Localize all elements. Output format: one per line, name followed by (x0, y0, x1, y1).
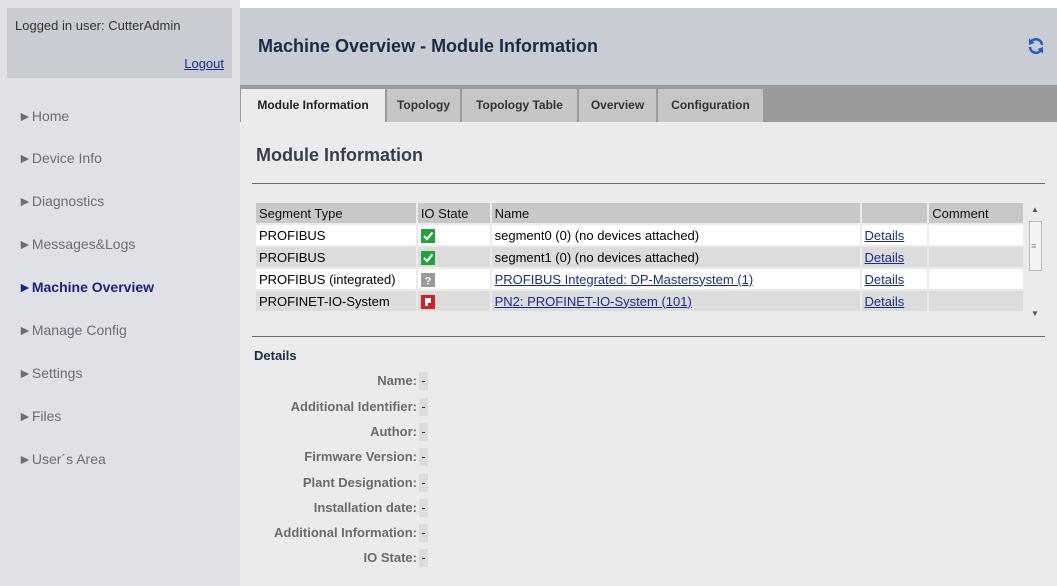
status-ok-icon (420, 228, 435, 243)
cell-segment-type: PROFINET-IO-System (256, 291, 416, 311)
detail-label-additional-identifier: Additional Identifier: (290, 399, 417, 414)
detail-value-additional-identifier: - (419, 398, 428, 416)
cell-name: segment0 (0) (no devices attached) (491, 225, 860, 245)
tab-configuration[interactable]: Configuration (658, 89, 764, 122)
cell-comment (929, 291, 1023, 311)
sidebar-item-device-info[interactable]: ►Device Info (18, 150, 102, 166)
cell-details-link[interactable]: Details (861, 225, 928, 245)
scroll-up-arrow-icon[interactable]: ▲ (1031, 205, 1039, 214)
tab-module-information[interactable]: Module Information (241, 89, 386, 122)
main-content: Module Information Topology Topology Tab… (240, 85, 1057, 586)
sidebar: Logged in user: CutterAdmin Logout ►Home… (0, 0, 240, 586)
cell-segment-type: PROFIBUS (integrated) (256, 269, 416, 289)
cell-details-link[interactable]: Details (861, 247, 928, 267)
cell-segment-type: PROFIBUS (256, 247, 416, 267)
detail-value-additional-information: - (419, 524, 428, 542)
column-header-name[interactable]: Name (491, 203, 860, 223)
logged-in-user-text: Logged in user: CutterAdmin (15, 18, 181, 33)
tab-topology-table[interactable]: Topology Table (462, 89, 578, 122)
table-row: PROFIBUS segment0 (0) (no devices attach… (256, 225, 1023, 245)
sidebar-item-messages-logs[interactable]: ►Messages&Logs (18, 236, 135, 252)
svg-text:?: ? (424, 275, 431, 287)
cell-segment-type: PROFIBUS (256, 225, 416, 245)
detail-label-additional-information: Additional Information: (274, 525, 417, 540)
page-title: Machine Overview - Module Information (258, 36, 599, 56)
cell-io-state: ? (417, 269, 490, 289)
divider (252, 336, 1045, 337)
detail-value-name: - (419, 372, 428, 390)
divider (252, 183, 1045, 184)
detail-label-io-state: IO State: (363, 550, 417, 565)
status-unknown-icon: ? (420, 272, 435, 287)
page-header: Machine Overview - Module Information (240, 8, 1057, 85)
sidebar-item-manage-config[interactable]: ►Manage Config (18, 322, 127, 338)
segment-table-container: Segment Type IO State Name Comment PROFI… (254, 201, 1025, 325)
cell-comment (929, 269, 1023, 289)
segment-table: Segment Type IO State Name Comment PROFI… (254, 201, 1025, 313)
tab-topology[interactable]: Topology (387, 89, 461, 122)
sidebar-item-machine-overview[interactable]: ►Machine Overview (18, 279, 154, 295)
refresh-icon[interactable] (1026, 36, 1046, 56)
scrollbar-grip-icon: ≡ (1031, 241, 1037, 251)
cell-name-link[interactable]: PN2: PROFINET-IO-System (101) (491, 291, 860, 311)
cell-name: segment1 (0) (no devices attached) (491, 247, 860, 267)
detail-value-installation-date: - (419, 499, 428, 517)
detail-value-plant-designation: - (419, 474, 428, 492)
cell-io-state (417, 247, 490, 267)
sidebar-item-diagnostics[interactable]: ►Diagnostics (18, 193, 104, 209)
table-scrollbar[interactable]: ▲ ≡ ▼ (1027, 201, 1045, 325)
cell-io-state (417, 291, 490, 311)
section-title: Module Information (256, 145, 423, 165)
tab-bar: Module Information Topology Topology Tab… (240, 85, 1057, 122)
column-header-details (861, 203, 928, 223)
table-row: PROFIBUS segment1 (0) (no devices attach… (256, 247, 1023, 267)
sidebar-item-files[interactable]: ►Files (18, 408, 61, 424)
detail-label-name: Name: (377, 373, 417, 388)
cell-details-link[interactable]: Details (861, 269, 928, 289)
scroll-down-arrow-icon[interactable]: ▼ (1031, 309, 1039, 318)
cell-comment (929, 225, 1023, 245)
details-title: Details (254, 348, 297, 363)
status-ok-icon (420, 250, 435, 265)
column-header-comment[interactable]: Comment (929, 203, 1023, 223)
cell-name-link[interactable]: PROFIBUS Integrated: DP-Mastersystem (1) (491, 269, 860, 289)
sidebar-item-home[interactable]: ►Home (18, 108, 69, 124)
detail-value-io-state: - (419, 549, 428, 567)
column-header-segment-type[interactable]: Segment Type (256, 203, 416, 223)
status-error-icon (420, 294, 435, 309)
cell-comment (929, 247, 1023, 267)
detail-value-firmware-version: - (419, 448, 428, 466)
detail-value-author: - (419, 423, 428, 441)
cell-io-state (417, 225, 490, 245)
logout-link[interactable]: Logout (184, 56, 224, 71)
column-header-io-state[interactable]: IO State (417, 203, 490, 223)
table-row: PROFIBUS (integrated) ? PROFIBUS Integra… (256, 269, 1023, 289)
table-row: PROFINET-IO-System PN2: PROFINET-IO-Syst… (256, 291, 1023, 311)
login-box: Logged in user: CutterAdmin Logout (7, 8, 232, 78)
detail-label-installation-date: Installation date: (313, 500, 417, 515)
detail-label-author: Author: (370, 424, 417, 439)
detail-label-firmware-version: Firmware Version: (304, 449, 417, 464)
sidebar-item-settings[interactable]: ►Settings (18, 365, 82, 381)
cell-details-link[interactable]: Details (861, 291, 928, 311)
sidebar-item-users-area[interactable]: ►User´s Area (18, 451, 106, 467)
tab-overview[interactable]: Overview (579, 89, 657, 122)
detail-label-plant-designation: Plant Designation: (302, 475, 417, 490)
